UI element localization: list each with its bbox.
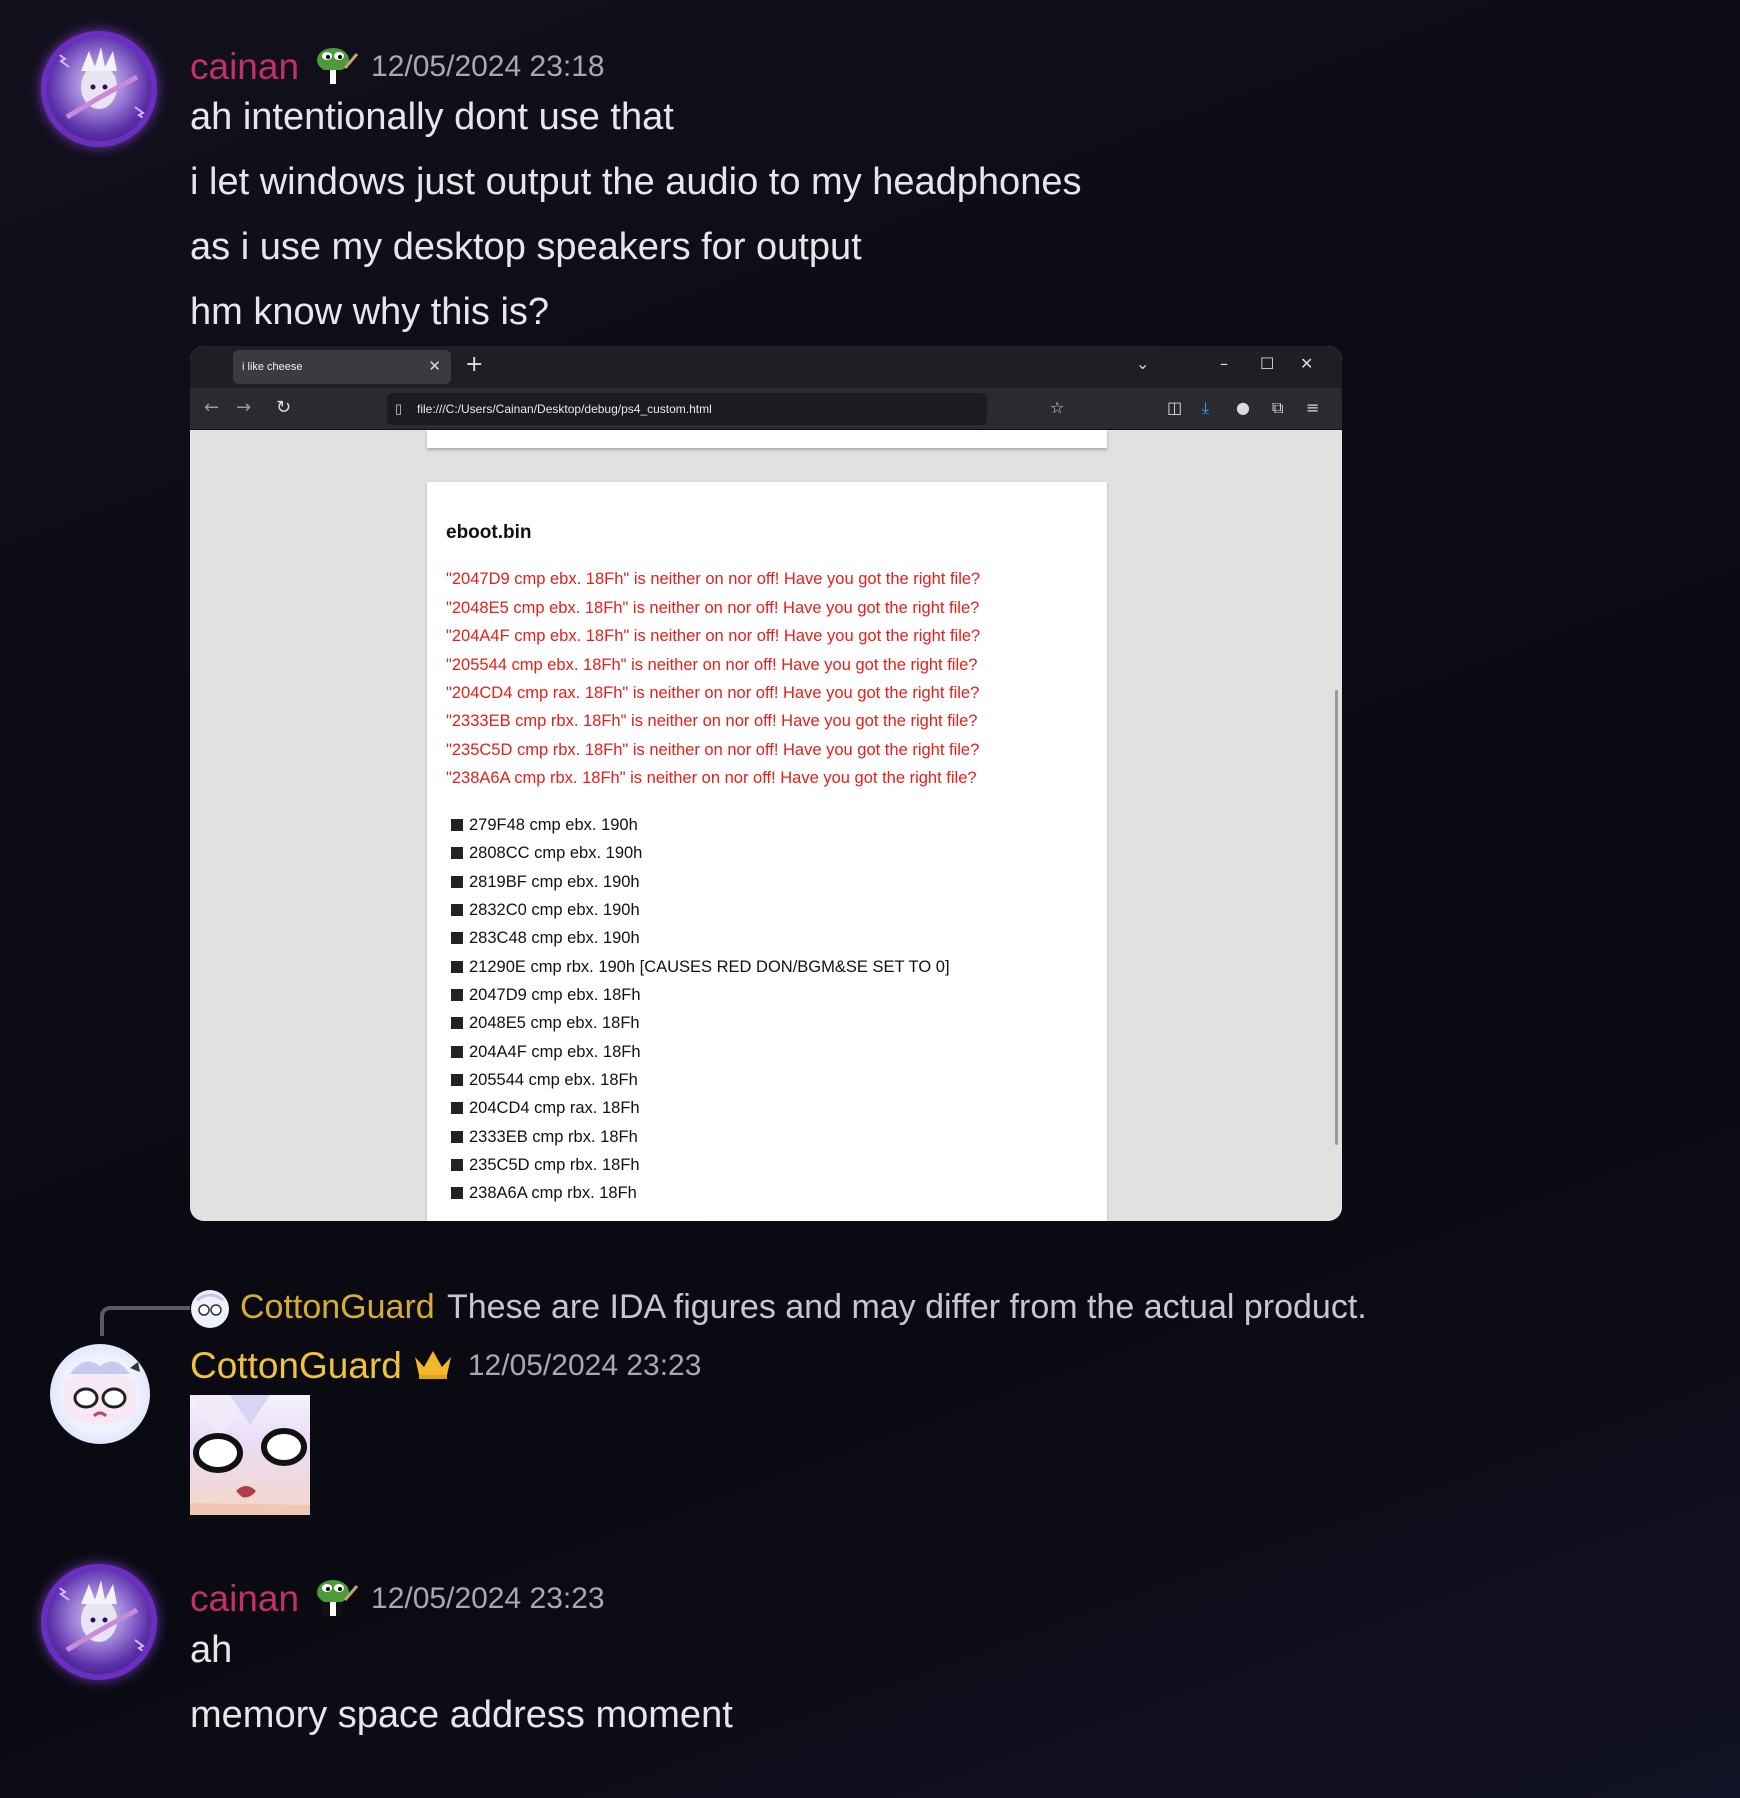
minimize-icon[interactable]: –: [1220, 354, 1228, 373]
url-text: file:///C:/Users/Cainan/Desktop/debug/ps…: [417, 402, 712, 416]
list-item: 205544 cmp ebx. 18Fh: [451, 1071, 638, 1090]
page-viewport: eboot.bin "2047D9 cmp ebx. 18Fh" is neit…: [190, 430, 1342, 1221]
list-item: 2832C0 cmp ebx. 190h: [451, 901, 640, 920]
close-tab-icon[interactable]: ✕: [428, 350, 441, 384]
reply-spine: [100, 1306, 190, 1336]
error-line: "204A4F cmp ebx. 18Fh" is neither on nor…: [446, 627, 981, 645]
list-item: 21290E cmp rbx. 190h [CAUSES RED DON/BGM…: [451, 958, 950, 977]
timestamp[interactable]: 12/05/2024 23:18: [371, 50, 605, 84]
list-item: 204CD4 cmp rax. 18Fh: [451, 1099, 640, 1118]
avatar-cainan-art: [56, 1580, 148, 1655]
download-icon[interactable]: ⤓: [1202, 398, 1209, 418]
list-item: 2333EB cmp rbx. 18Fh: [451, 1128, 638, 1147]
error-line: "2048E5 cmp ebx. 18Fh" is neither on nor…: [446, 599, 980, 617]
profile-icon[interactable]: ●: [1236, 398, 1250, 417]
checkbox-icon[interactable]: [451, 904, 463, 916]
reply-text[interactable]: These are IDA figures and may differ fro…: [447, 1288, 1367, 1327]
message-header: cainan 12/05/2024 23:23: [190, 1574, 605, 1624]
avatar-cainan[interactable]: [47, 37, 151, 141]
checkbox-icon[interactable]: [451, 1074, 463, 1086]
error-line: "238A6A cmp rbx. 18Fh" is neither on nor…: [446, 769, 977, 787]
list-item: 2808CC cmp ebx. 190h: [451, 844, 642, 863]
maximize-icon[interactable]: ☐: [1260, 354, 1274, 373]
crown-icon: [412, 1347, 454, 1385]
list-item: 2048E5 cmp ebx. 18Fh: [451, 1014, 640, 1033]
bookmark-star-icon[interactable]: ☆: [1050, 398, 1064, 417]
avatar-cainan[interactable]: [47, 1570, 151, 1674]
message-line: as i use my desktop speakers for output: [190, 226, 862, 268]
checkbox-icon[interactable]: [451, 1131, 463, 1143]
username-cainan[interactable]: cainan: [190, 46, 299, 88]
sticker-image[interactable]: [190, 1395, 310, 1515]
error-line: "2333EB cmp rbx. 18Fh" is neither on nor…: [446, 712, 978, 730]
message-line: memory space address moment: [190, 1694, 733, 1736]
previous-card: [427, 430, 1107, 448]
pocket-icon[interactable]: ◫: [1167, 398, 1182, 417]
message-header: CottonGuard 12/05/2024 23:23: [190, 1345, 701, 1387]
extensions-icon[interactable]: ⧉: [1272, 398, 1283, 418]
checkbox-icon[interactable]: [451, 1046, 463, 1058]
chevron-down-icon[interactable]: ⌄: [1136, 354, 1149, 373]
scrollbar[interactable]: [1335, 690, 1338, 1145]
checkbox-icon[interactable]: [451, 961, 463, 973]
reload-icon[interactable]: ↻: [276, 397, 291, 418]
list-item: 235C5D cmp rbx. 18Fh: [451, 1156, 640, 1175]
browser-tabbar: i like cheese ✕ + ⌄ – ☐ ✕: [190, 346, 1342, 388]
error-line: "235C5D cmp rbx. 18Fh" is neither on nor…: [446, 741, 980, 759]
checkbox-icon[interactable]: [451, 1102, 463, 1114]
forward-icon[interactable]: →: [236, 397, 251, 418]
checkbox-icon[interactable]: [451, 1187, 463, 1199]
reply-avatar[interactable]: [191, 1290, 229, 1328]
timestamp[interactable]: 12/05/2024 23:23: [468, 1349, 702, 1383]
list-item: 283C48 cmp ebx. 190h: [451, 929, 640, 948]
pepe-emoji-icon: [309, 1574, 361, 1624]
list-item: 238A6A cmp rbx. 18Fh: [451, 1184, 637, 1203]
tab-title: i like cheese: [242, 361, 303, 373]
menu-icon[interactable]: ≡: [1306, 398, 1319, 417]
new-tab-icon[interactable]: +: [465, 352, 483, 377]
avatar-cainan-art: [56, 47, 148, 122]
checkbox-icon[interactable]: [451, 1159, 463, 1171]
sticker-art: [190, 1395, 310, 1515]
browser-tab[interactable]: i like cheese ✕: [233, 350, 451, 384]
message-line: ah: [190, 1629, 233, 1671]
error-line: "205544 cmp ebx. 18Fh" is neither on nor…: [446, 656, 978, 674]
card-title: eboot.bin: [446, 522, 532, 543]
back-icon[interactable]: ←: [204, 397, 219, 418]
result-card: eboot.bin "2047D9 cmp ebx. 18Fh" is neit…: [427, 482, 1107, 1221]
checkbox-icon[interactable]: [451, 932, 463, 944]
message-line: i let windows just output the audio to m…: [190, 161, 1082, 203]
message-line: ah intentionally dont use that: [190, 96, 674, 138]
list-item: 279F48 cmp ebx. 190h: [451, 816, 638, 835]
username-cottonguard[interactable]: CottonGuard: [190, 1345, 402, 1387]
reply-author[interactable]: CottonGuard: [240, 1288, 435, 1327]
checkbox-icon[interactable]: [451, 847, 463, 859]
message-header: cainan 12/05/2024 23:18: [190, 42, 605, 92]
avatar-cottonguard[interactable]: [50, 1344, 150, 1444]
username-cainan[interactable]: cainan: [190, 1578, 299, 1620]
avatar-cottonguard-art: [64, 1361, 140, 1424]
checkbox-icon[interactable]: [451, 819, 463, 831]
browser-navbar: ← → ↻ ▯ file:///C:/Users/Cainan/Desktop/…: [190, 388, 1342, 430]
error-line: "204CD4 cmp rax. 18Fh" is neither on nor…: [446, 684, 980, 702]
list-item: 2819BF cmp ebx. 190h: [451, 873, 640, 892]
close-window-icon[interactable]: ✕: [1300, 354, 1313, 373]
page-icon: ▯: [395, 401, 403, 416]
list-item: 2047D9 cmp ebx. 18Fh: [451, 986, 641, 1005]
checkbox-icon[interactable]: [451, 876, 463, 888]
pepe-emoji-icon: [309, 42, 361, 92]
message-line: hm know why this is?: [190, 291, 550, 333]
checkbox-icon[interactable]: [451, 1017, 463, 1029]
error-line: "2047D9 cmp ebx. 18Fh" is neither on nor…: [446, 570, 981, 588]
checkbox-icon[interactable]: [451, 989, 463, 1001]
url-bar[interactable]: ▯ file:///C:/Users/Cainan/Desktop/debug/…: [387, 393, 987, 425]
image-attachment[interactable]: i like cheese ✕ + ⌄ – ☐ ✕ ← → ↻ ▯ file:/…: [190, 346, 1342, 1221]
timestamp[interactable]: 12/05/2024 23:23: [371, 1582, 605, 1616]
list-item: 204A4F cmp ebx. 18Fh: [451, 1043, 641, 1062]
